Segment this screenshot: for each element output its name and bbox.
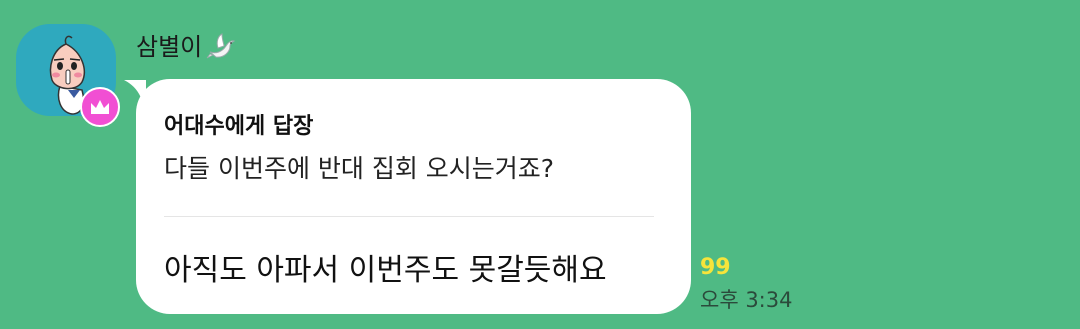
reply-quoted-text[interactable]: 다들 이번주에 반대 집회 오시는거죠? (164, 153, 554, 185)
message-bubble[interactable]: 어대수에게 답장 다들 이번주에 반대 집회 오시는거죠? 아직도 아파서 이번… (136, 79, 691, 314)
dove-icon (206, 33, 236, 59)
crown-badge (80, 87, 120, 127)
unread-count: 99 (700, 255, 731, 280)
sender-avatar-group[interactable] (16, 24, 120, 128)
sender-name: 삼별이 (136, 33, 203, 61)
reply-to-label[interactable]: 어대수에게 답장 (164, 113, 313, 141)
message-timestamp: 오후 3:34 (700, 288, 793, 312)
sender-header: 삼별이 (136, 30, 236, 64)
crown-icon (91, 100, 109, 114)
reply-divider (164, 216, 654, 217)
message-text: 아직도 아파서 이번주도 못갈듯해요 (164, 253, 607, 288)
